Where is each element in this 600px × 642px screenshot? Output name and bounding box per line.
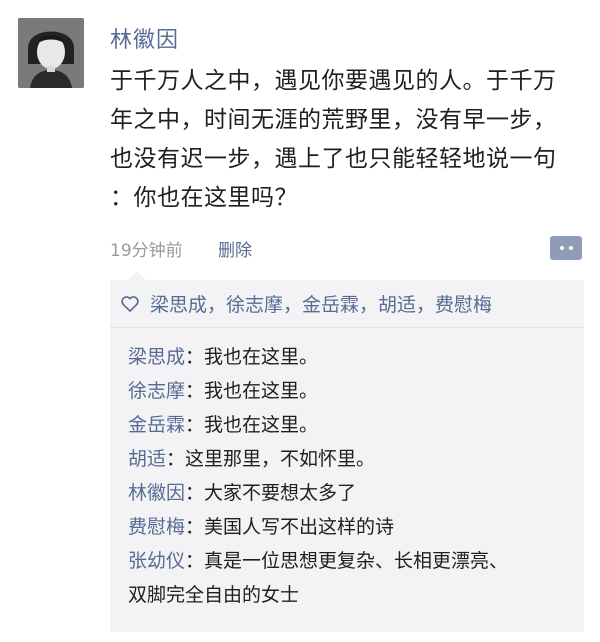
comment-text: 大家不要想太多了 xyxy=(204,482,357,504)
comment-author[interactable]: 费慰梅 xyxy=(128,516,185,538)
comment-separator: ： xyxy=(185,516,205,538)
post-time: 19分钟前 xyxy=(110,241,183,261)
post-text: 于千万人之中，遇见你要遇见的人。于千万 年之中，时间无涯的荒野里，没有早一步， … xyxy=(110,62,570,218)
comment-text: 这里那里，不如怀里。 xyxy=(185,448,376,470)
delete-link[interactable]: 删除 xyxy=(218,241,252,261)
comment-separator: ： xyxy=(185,380,205,402)
likes-names[interactable]: 梁思成，徐志摩，金岳霖，胡适，费慰梅 xyxy=(150,290,492,317)
comment-separator: ： xyxy=(185,346,205,368)
interaction-panel: 梁思成，徐志摩，金岳霖，胡适，费慰梅 梁思成：我也在这里。 徐志摩：我也在这里。… xyxy=(110,271,584,632)
post-meta: 19分钟前 删除 xyxy=(110,236,252,261)
comment-item[interactable]: 费慰梅：美国人写不出这样的诗 xyxy=(128,510,568,544)
comment-author[interactable]: 金岳霖 xyxy=(128,414,185,436)
comment-text: 我也在这里。 xyxy=(204,346,319,368)
post-line: ：你也在这里吗？ xyxy=(110,185,298,211)
post-line: 于千万人之中，遇见你要遇见的人。于千万 xyxy=(110,68,557,94)
comment-separator: ： xyxy=(166,448,186,470)
comment-text: 美国人写不出这样的诗 xyxy=(204,516,395,538)
dot-icon xyxy=(568,246,573,250)
comment-list: 梁思成：我也在这里。 徐志摩：我也在这里。 金岳霖：我也在这里。 胡适：这里那里… xyxy=(128,340,568,612)
comment-continuation: 双脚完全自由的女士 xyxy=(128,584,300,606)
comment-text: 我也在这里。 xyxy=(204,414,319,436)
likes-row: 梁思成，徐志摩，金岳霖，胡适，费慰梅 xyxy=(110,280,584,328)
comment-author[interactable]: 胡适 xyxy=(128,448,166,470)
comment-author[interactable]: 林徽因 xyxy=(128,482,185,504)
post-line: 年之中，时间无涯的荒野里，没有早一步， xyxy=(110,107,557,133)
comment-author[interactable]: 梁思成 xyxy=(128,346,185,368)
comment-separator: ： xyxy=(185,550,205,572)
comment-item[interactable]: 梁思成：我也在这里。 xyxy=(128,340,568,374)
author-name[interactable]: 林徽因 xyxy=(110,22,179,54)
comment-item[interactable]: 张幼仪：真是一位思想更复杂、长相更漂亮、 xyxy=(128,544,568,578)
author-avatar[interactable] xyxy=(18,18,84,88)
heart-outline-icon xyxy=(121,295,139,312)
comment-item[interactable]: 徐志摩：我也在这里。 xyxy=(128,374,568,408)
dot-icon xyxy=(559,246,564,250)
comment-separator: ： xyxy=(185,414,205,436)
comment-item[interactable]: 金岳霖：我也在这里。 xyxy=(128,408,568,442)
comment-text: 真是一位思想更复杂、长相更漂亮、 xyxy=(204,550,509,572)
comment-menu-button[interactable] xyxy=(550,236,582,260)
comment-item[interactable]: 胡适：这里那里，不如怀里。 xyxy=(128,442,568,476)
comment-author[interactable]: 张幼仪 xyxy=(128,550,185,572)
comment-item[interactable]: 林徽因：大家不要想太多了 xyxy=(128,476,568,510)
comment-text: 我也在这里。 xyxy=(204,380,319,402)
portrait-photo-icon xyxy=(18,18,84,88)
comment-separator: ： xyxy=(185,482,205,504)
comment-author[interactable]: 徐志摩 xyxy=(128,380,185,402)
post-line: 也没有迟一步，遇上了也只能轻轻地说一句 xyxy=(110,146,557,172)
